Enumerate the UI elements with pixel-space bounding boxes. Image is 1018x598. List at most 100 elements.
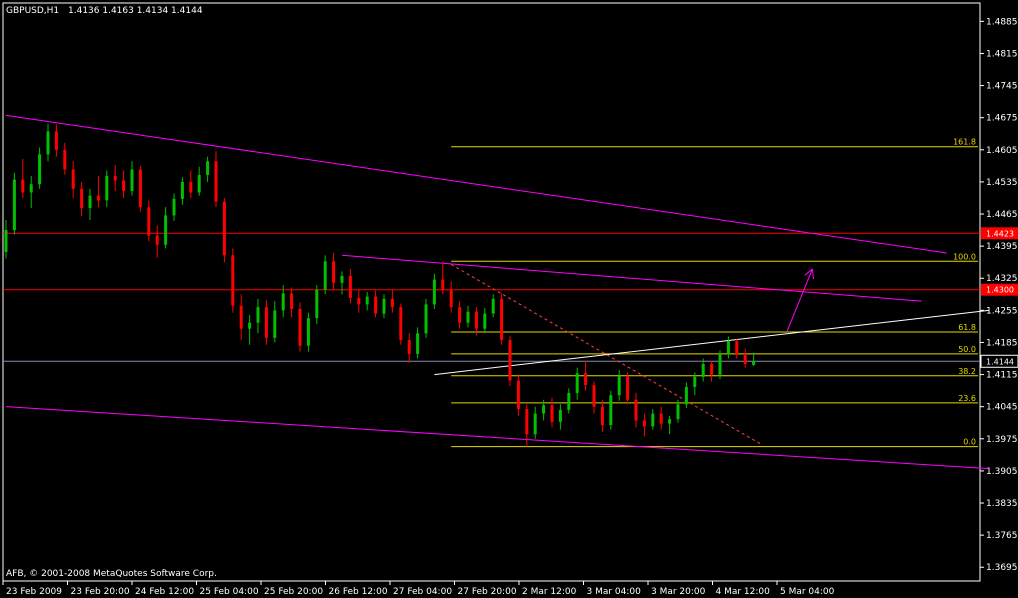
candle-bull bbox=[609, 395, 613, 426]
y-tick-label: 1.4045 bbox=[986, 403, 1018, 413]
fib-level-label: 0.0 bbox=[963, 438, 976, 447]
candle-bear bbox=[21, 179, 25, 193]
candle-bull bbox=[4, 230, 8, 253]
candle-bull bbox=[12, 179, 16, 231]
candle-bear bbox=[96, 195, 100, 201]
candle-bull bbox=[46, 131, 50, 155]
fib-level-label: 23.6 bbox=[958, 394, 976, 403]
fib-level-label: 161.8 bbox=[953, 138, 976, 147]
channel-line bbox=[5, 406, 989, 470]
candle-bear bbox=[298, 308, 302, 346]
candle-bear bbox=[239, 305, 243, 329]
fib-level-label: 50.0 bbox=[958, 345, 976, 354]
candle-bull bbox=[693, 376, 697, 387]
candle-bull bbox=[491, 298, 495, 314]
candle-bear bbox=[264, 307, 268, 338]
candle-bear bbox=[592, 385, 596, 407]
candle-bear bbox=[290, 293, 294, 309]
candle-bull bbox=[306, 318, 310, 346]
fib-level-label: 61.8 bbox=[958, 323, 976, 332]
candle-bull bbox=[29, 184, 33, 193]
candle-bull bbox=[542, 405, 546, 414]
candle-bear bbox=[710, 364, 714, 375]
candle-bull bbox=[684, 386, 688, 405]
candle-bull bbox=[416, 333, 420, 354]
projection-arrow bbox=[786, 268, 813, 332]
level-price-label: 1.4423 bbox=[986, 229, 1014, 238]
y-tick-label: 1.3835 bbox=[986, 499, 1018, 509]
candle-bear bbox=[508, 340, 512, 381]
candle-bull bbox=[424, 304, 428, 334]
candle-bull bbox=[130, 169, 134, 192]
candle-bear bbox=[231, 255, 235, 306]
level-price-label: 1.4300 bbox=[986, 286, 1014, 295]
candle-bear bbox=[407, 340, 411, 354]
candle-bull bbox=[340, 275, 344, 283]
candle-bull bbox=[256, 307, 260, 323]
candle-bear bbox=[600, 406, 604, 426]
candle-bull bbox=[567, 392, 571, 410]
x-tick-label: 3 Mar 20:00 bbox=[651, 587, 706, 597]
candle-bear bbox=[735, 341, 739, 354]
y-tick-label: 1.3765 bbox=[986, 531, 1018, 541]
x-tick-label: 2 Mar 12:00 bbox=[522, 587, 577, 597]
y-tick-label: 1.4185 bbox=[986, 338, 1018, 348]
candle-bear bbox=[626, 375, 630, 400]
candle-bear bbox=[441, 279, 445, 290]
x-tick-label: 27 Feb 20:00 bbox=[458, 587, 517, 597]
candle-bear bbox=[390, 298, 394, 308]
candle-bull bbox=[206, 161, 210, 176]
candle-bear bbox=[474, 311, 478, 329]
x-tick-label: 25 Feb 04:00 bbox=[200, 587, 259, 597]
candle-bear bbox=[138, 169, 142, 208]
candle-bull bbox=[248, 322, 252, 329]
candle-bull bbox=[273, 310, 277, 338]
projection-arrow-head bbox=[811, 269, 815, 280]
channel-line bbox=[341, 254, 922, 302]
candle-bear bbox=[113, 175, 117, 181]
candle-bull bbox=[483, 313, 487, 329]
candle-bear bbox=[71, 169, 75, 189]
x-tick-label: 23 Feb 20:00 bbox=[71, 587, 130, 597]
x-tick-label: 27 Feb 04:00 bbox=[393, 587, 452, 597]
y-tick-label: 1.3695 bbox=[986, 563, 1018, 573]
candle-bull bbox=[180, 181, 184, 199]
candle-bear bbox=[122, 180, 126, 192]
candle-bull bbox=[726, 341, 730, 354]
candle-bear bbox=[642, 420, 646, 427]
y-tick-label: 1.4745 bbox=[986, 82, 1018, 92]
candle-bear bbox=[54, 131, 58, 150]
candle-bear bbox=[214, 161, 218, 202]
candle-bull bbox=[281, 293, 285, 311]
candle-bull bbox=[38, 154, 42, 185]
x-tick-label: 23 Feb 2009 bbox=[6, 587, 62, 597]
candle-bull bbox=[533, 413, 537, 435]
x-tick-label: 3 Mar 04:00 bbox=[587, 587, 642, 597]
candle-bear bbox=[659, 413, 663, 424]
y-tick-label: 1.4815 bbox=[986, 49, 1018, 59]
candle-bear bbox=[743, 353, 747, 365]
candle-bear bbox=[155, 235, 159, 245]
candle-bear bbox=[222, 201, 226, 256]
y-tick-label: 1.4605 bbox=[986, 146, 1018, 156]
y-tick-label: 1.4465 bbox=[986, 210, 1018, 220]
candle-bear bbox=[516, 380, 520, 409]
price-chart[interactable]: 1.4885 1.4815 1.4745 1.4675 1.4605 1.4535 1.44… bbox=[0, 0, 1018, 598]
y-tick-label: 1.3905 bbox=[986, 467, 1018, 477]
candle-bear bbox=[525, 408, 529, 435]
candle-bull bbox=[752, 361, 756, 365]
chart-symbol: GBPUSD,H1 bbox=[6, 6, 59, 16]
candle-bull bbox=[88, 195, 92, 209]
candle-bear bbox=[550, 405, 554, 422]
candle-bull bbox=[558, 409, 562, 422]
candle-bear bbox=[63, 149, 67, 170]
candle-bull bbox=[365, 296, 369, 305]
y-tick-label: 1.4885 bbox=[986, 17, 1018, 27]
chart-ohlc: 1.4136 1.4163 1.4134 1.4144 bbox=[68, 6, 203, 16]
candle-bull bbox=[466, 311, 470, 323]
candle-bull bbox=[432, 279, 436, 305]
y-tick-label: 1.4255 bbox=[986, 306, 1018, 316]
x-tick-label: 25 Feb 20:00 bbox=[264, 587, 323, 597]
candle-bear bbox=[399, 307, 403, 341]
candle-bear bbox=[449, 289, 453, 308]
